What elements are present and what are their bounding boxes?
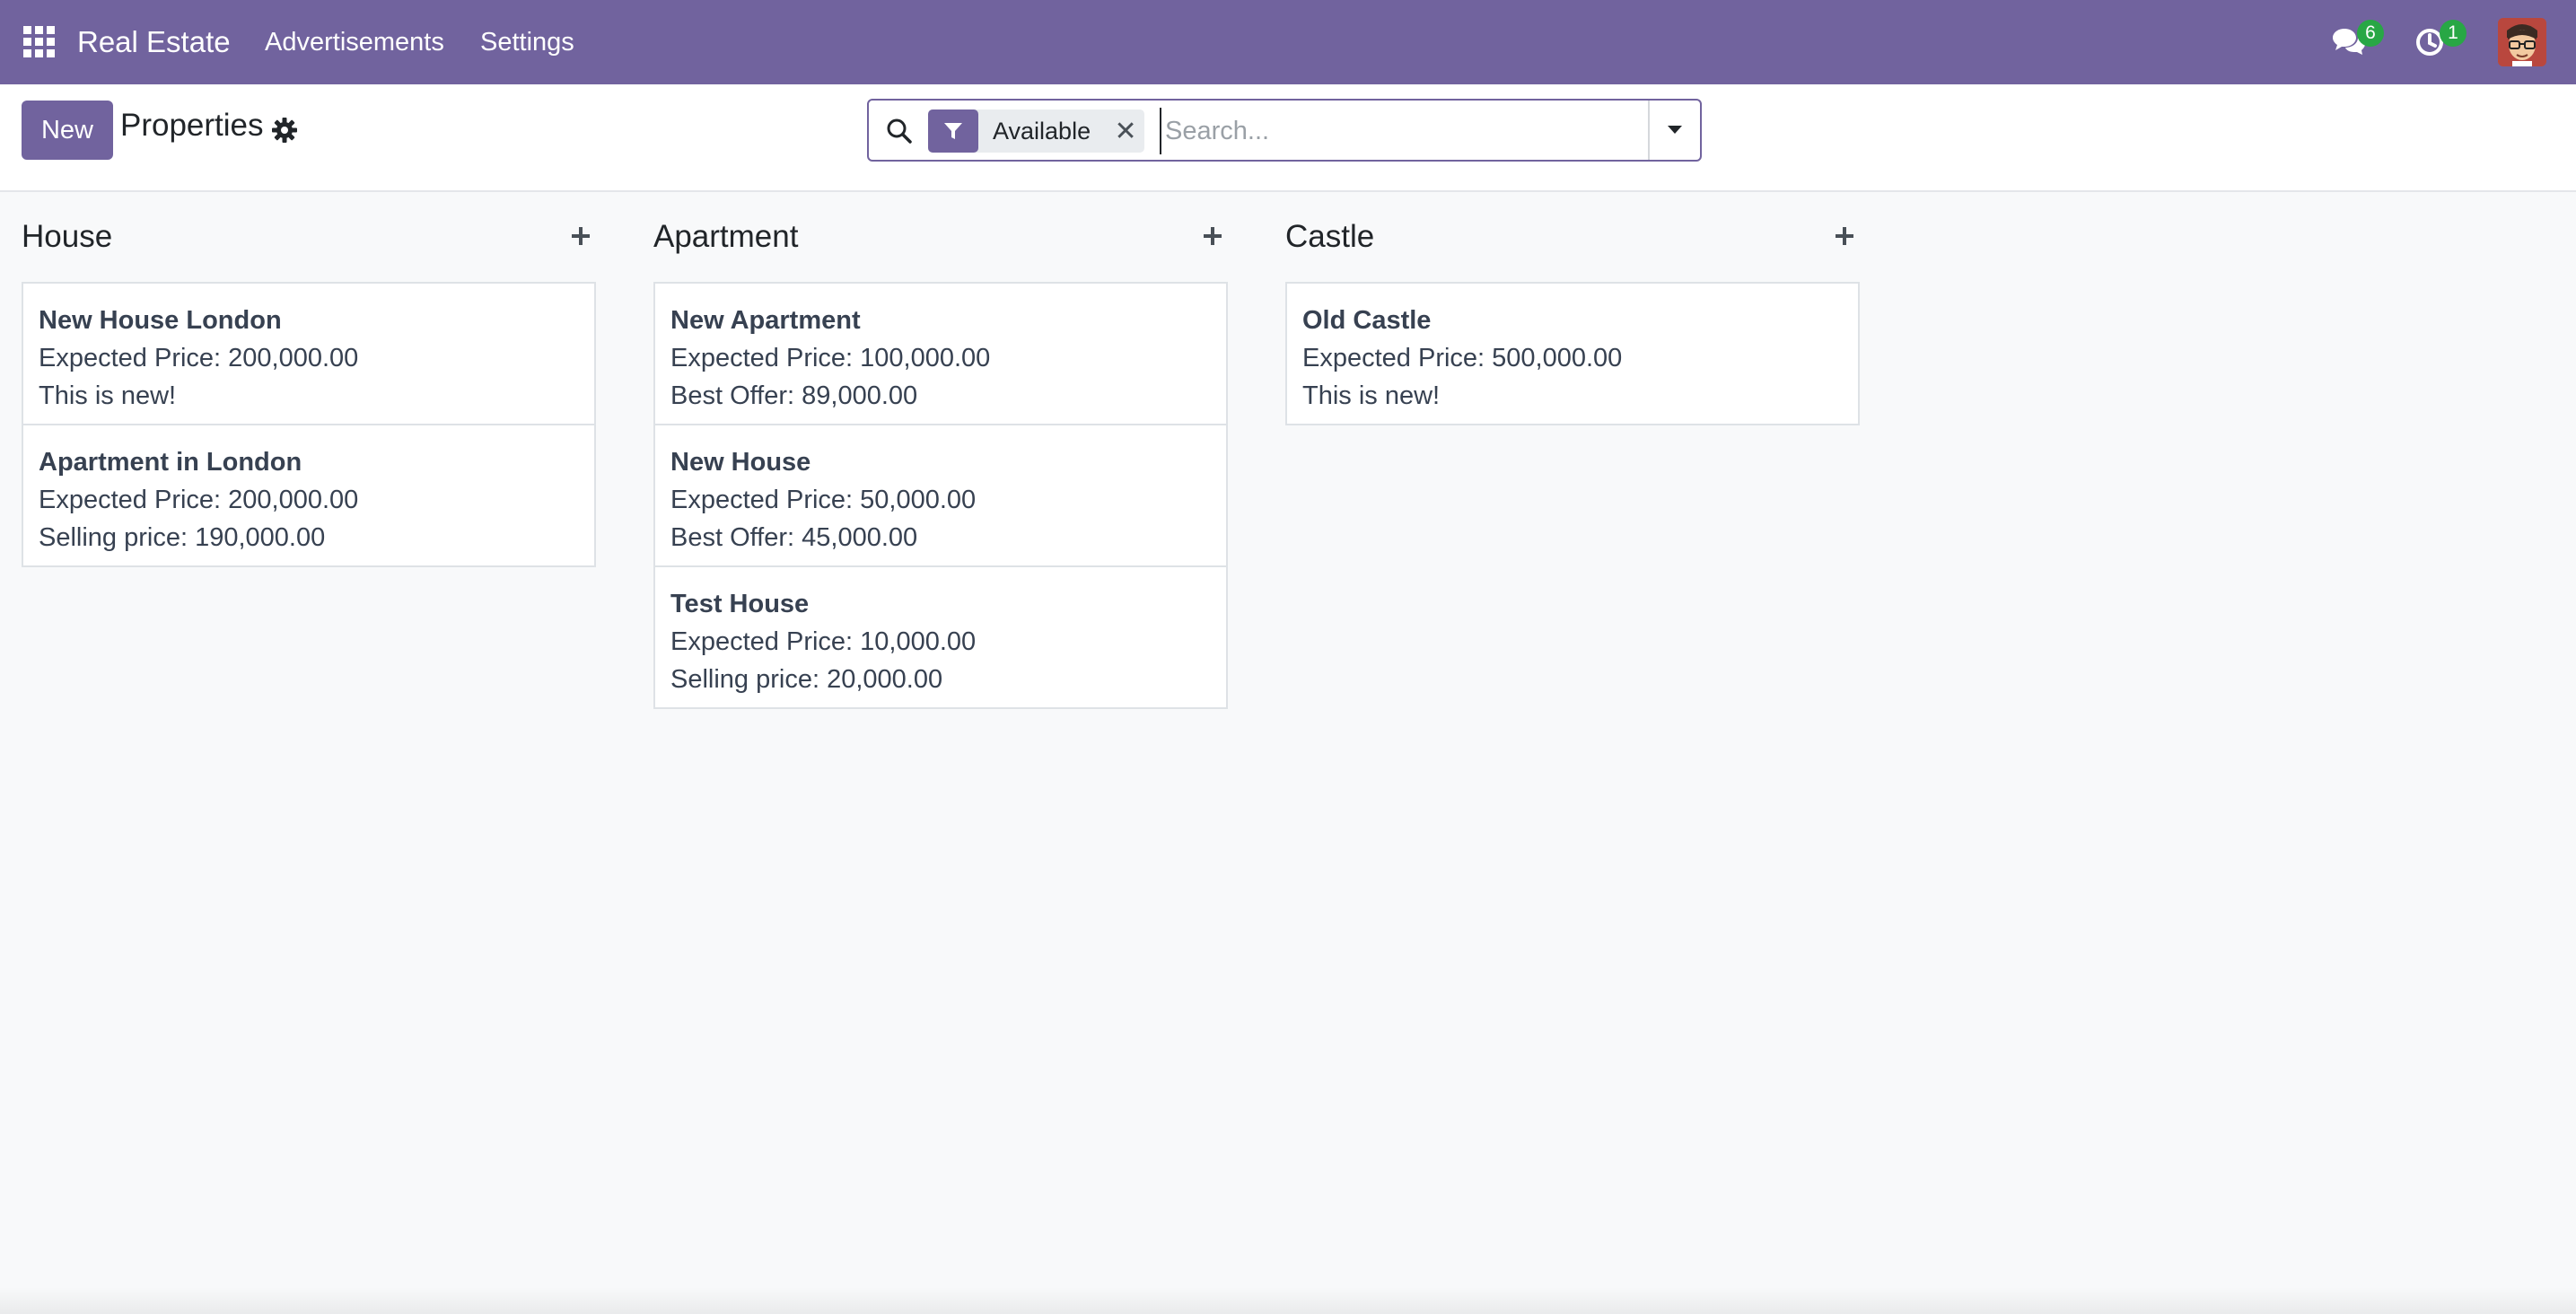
kanban-card[interactable]: New House London Expected Price: 200,000…	[22, 282, 596, 425]
menu-advertisements[interactable]: Advertisements	[265, 0, 444, 84]
menu-settings[interactable]: Settings	[480, 0, 574, 84]
kanban-column-house: House New House London Expected Price: 2…	[22, 194, 596, 567]
card-title: New House London	[39, 306, 282, 335]
column-header: Apartment	[653, 194, 1228, 284]
card-expected-price: Expected Price: 50,000.00	[670, 486, 977, 514]
kanban-card[interactable]: Old Castle Expected Price: 500,000.00 Th…	[1285, 282, 1860, 425]
card-detail: Selling price: 190,000.00	[39, 523, 326, 552]
bottom-shadow	[0, 1287, 2576, 1314]
search-options-toggle[interactable]	[1648, 101, 1700, 160]
card-expected-price: Expected Price: 100,000.00	[670, 344, 991, 372]
search-input[interactable]	[1160, 108, 1617, 154]
card-expected-price: Expected Price: 500,000.00	[1302, 344, 1623, 372]
kanban-column-castle: Castle Old Castle Expected Price: 500,00…	[1285, 194, 1860, 425]
kanban-card[interactable]: Apartment in London Expected Price: 200,…	[22, 424, 596, 567]
filter-facet: Available ✕	[928, 110, 1145, 153]
card-title: Apartment in London	[39, 448, 302, 477]
user-avatar[interactable]	[2498, 18, 2546, 66]
filter-icon	[928, 110, 978, 153]
column-title: House	[22, 219, 113, 254]
column-title: Apartment	[653, 219, 799, 254]
card-title: New House	[670, 448, 811, 477]
filter-facet-label: Available	[993, 117, 1091, 145]
card-detail: Selling price: 20,000.00	[670, 665, 943, 694]
top-navbar: Real Estate Advertisements Settings 6 1	[0, 0, 2576, 84]
kanban-board: House New House London Expected Price: 2…	[0, 194, 2576, 1314]
messages-count-badge: 6	[2357, 20, 2384, 47]
messages-button[interactable]: 6	[2332, 20, 2386, 65]
plus-icon[interactable]	[565, 221, 596, 251]
kanban-card[interactable]: Test House Expected Price: 10,000.00 Sel…	[653, 565, 1228, 709]
card-detail: This is new!	[1302, 381, 1441, 410]
close-icon[interactable]: ✕	[1107, 110, 1144, 153]
plus-icon[interactable]	[1197, 221, 1228, 251]
card-expected-price: Expected Price: 200,000.00	[39, 344, 359, 372]
control-panel: New Properties Available ✕ Search...	[0, 84, 2576, 192]
app-brand[interactable]: Real Estate	[77, 0, 231, 84]
kanban-column-apartment: Apartment New Apartment Expected Price: …	[653, 194, 1228, 709]
card-detail: This is new!	[39, 381, 177, 410]
column-header: Castle	[1285, 194, 1860, 284]
card-expected-price: Expected Price: 10,000.00	[670, 627, 977, 656]
gear-icon[interactable]	[271, 117, 298, 144]
kanban-card[interactable]: New Apartment Expected Price: 100,000.00…	[653, 282, 1228, 425]
caret-down-icon	[1668, 126, 1682, 134]
new-button[interactable]: New	[22, 101, 113, 160]
column-title: Castle	[1285, 219, 1375, 254]
kanban-card[interactable]: New House Expected Price: 50,000.00 Best…	[653, 424, 1228, 567]
column-header: House	[22, 194, 596, 284]
search-icon	[885, 117, 914, 145]
card-detail: Best Offer: 89,000.00	[670, 381, 918, 410]
activities-button[interactable]: 1	[2414, 20, 2468, 65]
activities-count-badge: 1	[2440, 20, 2466, 47]
search-panel: Available ✕	[867, 99, 1702, 162]
card-detail: Best Offer: 45,000.00	[670, 523, 918, 552]
apps-grid-icon[interactable]	[23, 26, 56, 58]
card-title: Test House	[670, 590, 810, 618]
plus-icon[interactable]	[1829, 221, 1860, 251]
card-expected-price: Expected Price: 200,000.00	[39, 486, 359, 514]
card-title: Old Castle	[1302, 306, 1432, 335]
page-title: Properties	[120, 108, 264, 143]
card-title: New Apartment	[670, 306, 861, 335]
